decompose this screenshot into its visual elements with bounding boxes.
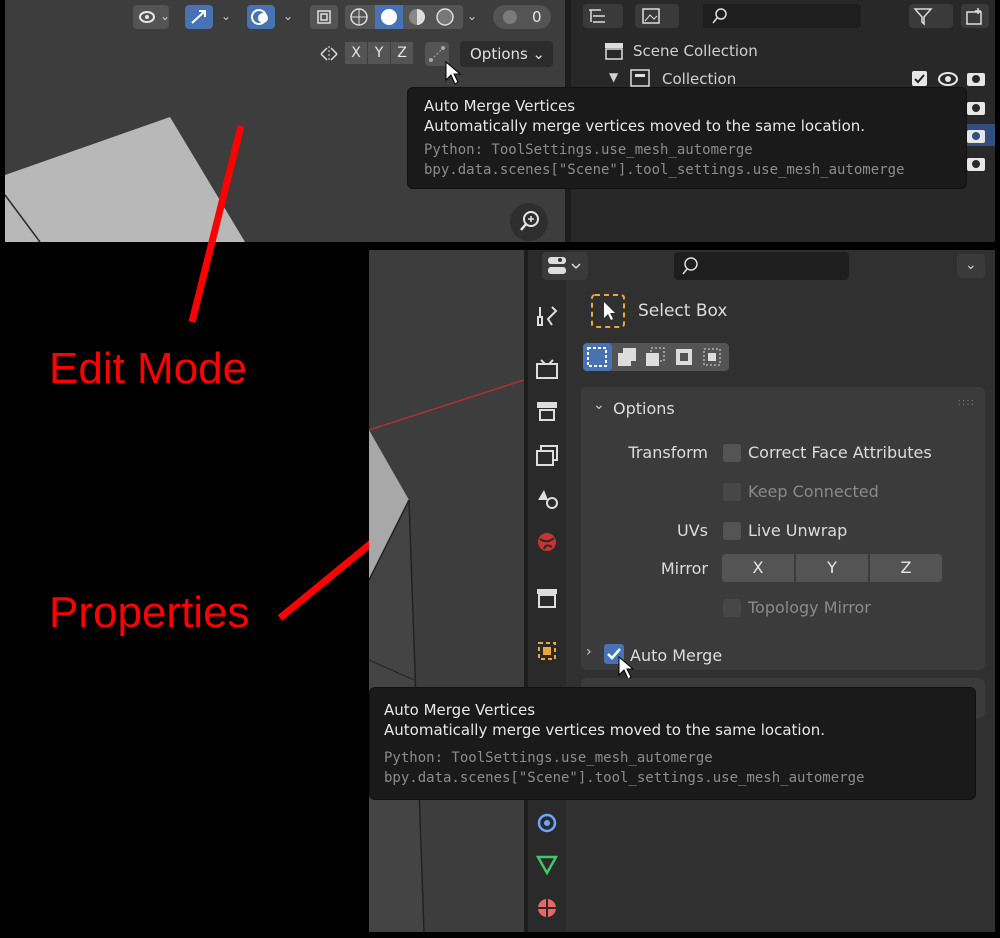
mirror-label: Mirror xyxy=(660,559,708,578)
properties-search-input[interactable] xyxy=(674,252,849,280)
live-unwrap-label[interactable]: Live Unwrap xyxy=(748,521,847,540)
scene-tab-icon[interactable] xyxy=(534,486,560,512)
keep-connected-checkbox[interactable] xyxy=(723,483,741,501)
object-tab-icon[interactable] xyxy=(534,638,560,664)
options-collapse-button[interactable]: ⌄ xyxy=(957,254,985,278)
topology-mirror-label[interactable]: Topology Mirror xyxy=(748,598,871,617)
options-panel-header[interactable]: Options xyxy=(613,399,675,418)
search-icon xyxy=(682,257,698,275)
keep-connected-label[interactable]: Keep Connected xyxy=(748,482,879,501)
correct-face-attributes-label[interactable]: Correct Face Attributes xyxy=(748,443,932,462)
cube-mesh xyxy=(369,379,524,932)
select-box-tool-icon[interactable] xyxy=(590,293,626,329)
edit-mode-annotation: Edit Mode xyxy=(49,344,248,393)
active-tool-name: Select Box xyxy=(638,301,728,321)
view-layer-tab-icon[interactable] xyxy=(534,443,560,469)
tooltip-python-path: bpy.data.scenes["Scene"].tool_settings.u… xyxy=(384,770,865,786)
auto-merge-expand-chevron-icon[interactable]: › xyxy=(586,644,592,660)
object-data-tab-icon[interactable] xyxy=(534,852,560,878)
mirror-z-button[interactable]: Z xyxy=(870,554,942,582)
correct-face-attributes-checkbox[interactable] xyxy=(723,444,741,462)
transform-label: Transform xyxy=(628,443,708,462)
mode-extend-icon[interactable] xyxy=(618,348,636,366)
topology-mirror-checkbox[interactable] xyxy=(723,599,741,617)
mode-subtract-icon[interactable] xyxy=(646,347,665,366)
output-tab-icon[interactable] xyxy=(534,398,560,424)
properties-tab-bar xyxy=(528,250,566,932)
bottom-screenshot-panel: ⌄ Select Box ⌄ Options :::: Transform Co… xyxy=(369,250,995,932)
chevron-down-icon: ⌄ xyxy=(965,257,977,273)
tooltip-python-line: Python: ToolSettings.use_mesh_automerge xyxy=(384,750,713,766)
tooltip-title: Auto Merge Vertices xyxy=(384,701,536,719)
selection-mode-group xyxy=(583,343,729,371)
tool-tab-icon[interactable] xyxy=(534,303,560,329)
drag-handle-icon[interactable]: :::: xyxy=(958,397,975,408)
properties-editor-icon xyxy=(548,257,581,274)
panel-expand-chevron-icon[interactable]: ⌄ xyxy=(593,397,605,413)
auto-merge-tooltip: Auto Merge Vertices Automatically merge … xyxy=(369,687,976,800)
live-unwrap-checkbox[interactable] xyxy=(723,522,741,540)
viewport-3d-bottom[interactable] xyxy=(369,250,524,932)
auto-merge-label[interactable]: Auto Merge xyxy=(630,646,722,665)
mirror-y-button[interactable]: Y xyxy=(796,554,868,582)
mirror-x-button[interactable]: X xyxy=(722,554,794,582)
properties-editor: ⌄ Select Box ⌄ Options :::: Transform Co… xyxy=(542,250,995,932)
editor-type-dropdown[interactable] xyxy=(542,252,588,280)
edit-mode-arrow-line xyxy=(188,125,245,323)
uvs-label: UVs xyxy=(677,521,708,540)
mode-intersect-icon[interactable] xyxy=(703,348,721,366)
render-tab-icon[interactable] xyxy=(534,356,560,382)
physics-tab-icon[interactable] xyxy=(534,810,560,836)
world-tab-icon[interactable] xyxy=(534,529,560,555)
material-tab-icon[interactable] xyxy=(534,895,560,921)
collection-tab-icon[interactable] xyxy=(534,585,560,611)
mode-difference-icon[interactable] xyxy=(676,349,692,365)
tooltip-description: Automatically merge vertices moved to th… xyxy=(384,721,826,739)
properties-annotation: Properties xyxy=(49,588,250,637)
